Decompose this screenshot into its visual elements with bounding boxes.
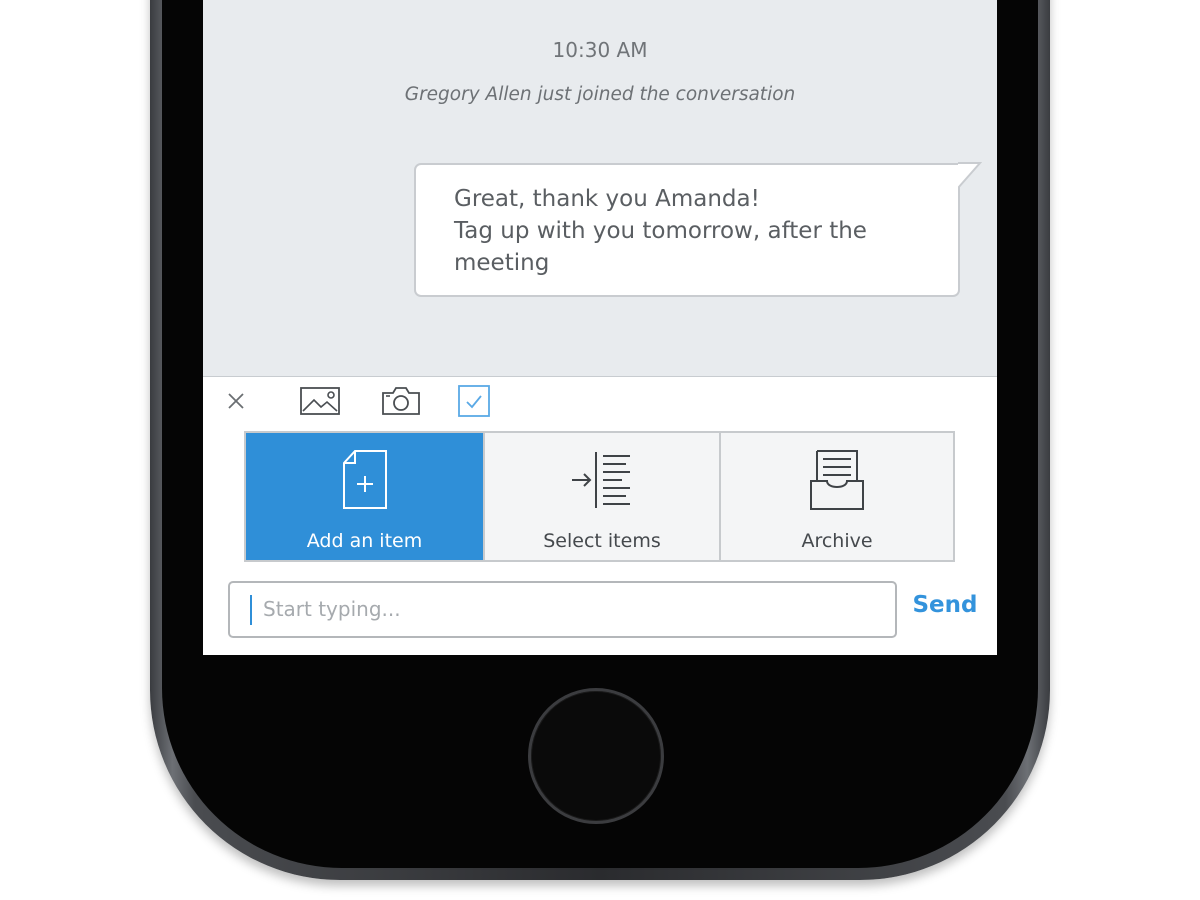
home-button[interactable] — [528, 688, 664, 824]
message-input[interactable]: Start typing... — [228, 581, 897, 638]
action-tiles: Add an item Select items Archive — [244, 431, 955, 562]
message-line: Tag up with you tomorrow, after the — [454, 218, 867, 244]
image-icon[interactable] — [300, 385, 340, 417]
send-button[interactable]: Send — [911, 592, 979, 626]
text-caret — [250, 595, 252, 625]
archive-button[interactable]: Archive — [719, 433, 953, 560]
system-message: Gregory Allen just joined the conversati… — [404, 84, 796, 105]
bubble-tail — [958, 162, 982, 189]
attachment-toolbar — [203, 377, 997, 427]
add-item-label: Add an item — [306, 530, 423, 552]
archive-tray-icon — [721, 447, 953, 513]
message-text: Great, thank you Amanda! Tag up with you… — [454, 183, 934, 279]
add-item-button[interactable]: Add an item — [246, 433, 483, 560]
input-placeholder: Start typing... — [263, 597, 401, 621]
camera-icon[interactable] — [381, 385, 421, 417]
checkbox-icon[interactable] — [458, 385, 490, 417]
chat-screen: 10:30 AM Gregory Allen just joined the c… — [203, 0, 997, 655]
message-timestamp: 10:30 AM — [552, 38, 648, 62]
select-items-button[interactable]: Select items — [483, 433, 719, 560]
message-bubble[interactable]: Great, thank you Amanda! Tag up with you… — [414, 163, 960, 297]
conversation-area[interactable]: 10:30 AM Gregory Allen just joined the c… — [203, 0, 997, 377]
select-items-icon — [485, 447, 719, 513]
message-line: Great, thank you Amanda! — [454, 186, 760, 212]
select-items-label: Select items — [543, 530, 661, 552]
message-line: meeting — [454, 250, 550, 276]
archive-label: Archive — [801, 530, 873, 552]
close-icon[interactable] — [225, 385, 247, 417]
device-mockup: 10:30 AM Gregory Allen just joined the c… — [0, 0, 1200, 900]
add-document-icon — [246, 447, 483, 513]
